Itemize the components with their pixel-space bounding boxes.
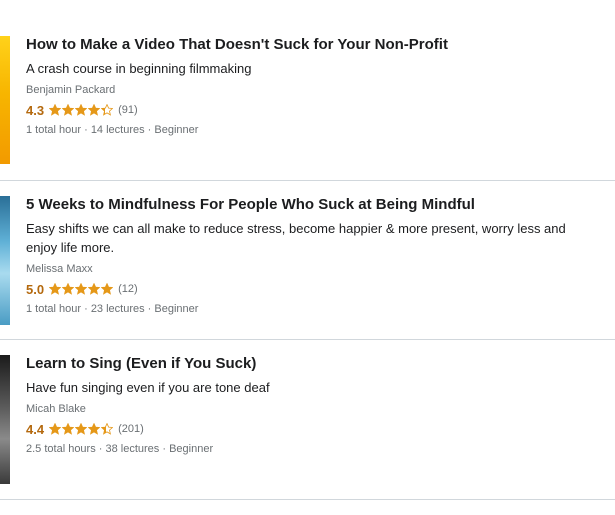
course-title[interactable]: Learn to Sing (Even if You Suck): [26, 355, 575, 373]
star-icon: [75, 283, 88, 295]
course-title[interactable]: How to Make a Video That Doesn't Suck fo…: [26, 36, 575, 54]
course-thumbnail[interactable]: [0, 196, 10, 325]
star-icon: [62, 104, 75, 116]
rating-value: 5.0: [26, 281, 45, 297]
star-icon: [49, 283, 62, 295]
rating-value: 4.4: [26, 421, 45, 437]
course-title[interactable]: 5 Weeks to Mindfulness For People Who Su…: [26, 196, 575, 214]
rating-value: 4.3: [26, 102, 45, 118]
course-meta: 2.5 total hours · 38 lectures · Beginner: [26, 443, 214, 455]
star-icon: [101, 423, 114, 435]
course-rating: 4.3 (91): [26, 102, 575, 118]
star-icon: [88, 423, 101, 435]
star-icon: [75, 423, 88, 435]
star-icon: [49, 423, 62, 435]
review-count: (91): [118, 104, 138, 116]
course-instructor: Micah Blake: [26, 403, 86, 415]
star-icon: [101, 104, 114, 116]
star-rating: [49, 104, 114, 116]
star-rating: [49, 283, 114, 295]
course-headline: Have fun singing even if you are tone de…: [26, 380, 270, 395]
course-meta: 1 total hour · 14 lectures · Beginner: [26, 124, 199, 136]
course-thumbnail[interactable]: [0, 355, 10, 484]
course-meta: 1 total hour · 23 lectures · Beginner: [26, 303, 199, 315]
course-headline: Easy shifts we can all make to reduce st…: [26, 221, 566, 255]
course-card[interactable]: Learn to Sing (Even if You Suck) Have fu…: [0, 340, 615, 500]
course-thumbnail[interactable]: [0, 36, 10, 164]
star-icon: [75, 104, 88, 116]
star-icon: [88, 104, 101, 116]
star-icon: [88, 283, 101, 295]
course-headline: A crash course in beginning filmmaking: [26, 61, 252, 76]
course-instructor: Benjamin Packard: [26, 84, 116, 96]
course-card[interactable]: How to Make a Video That Doesn't Suck fo…: [0, 0, 615, 181]
course-rating: 5.0 (12): [26, 281, 575, 297]
star-icon: [101, 283, 114, 295]
star-icon: [49, 104, 62, 116]
review-count: (201): [118, 423, 144, 435]
star-icon: [62, 423, 75, 435]
review-count: (12): [118, 283, 138, 295]
course-instructor: Melissa Maxx: [26, 263, 93, 275]
course-rating: 4.4 (201): [26, 421, 575, 437]
star-icon: [62, 283, 75, 295]
star-rating: [49, 423, 114, 435]
course-card[interactable]: 5 Weeks to Mindfulness For People Who Su…: [0, 181, 615, 340]
